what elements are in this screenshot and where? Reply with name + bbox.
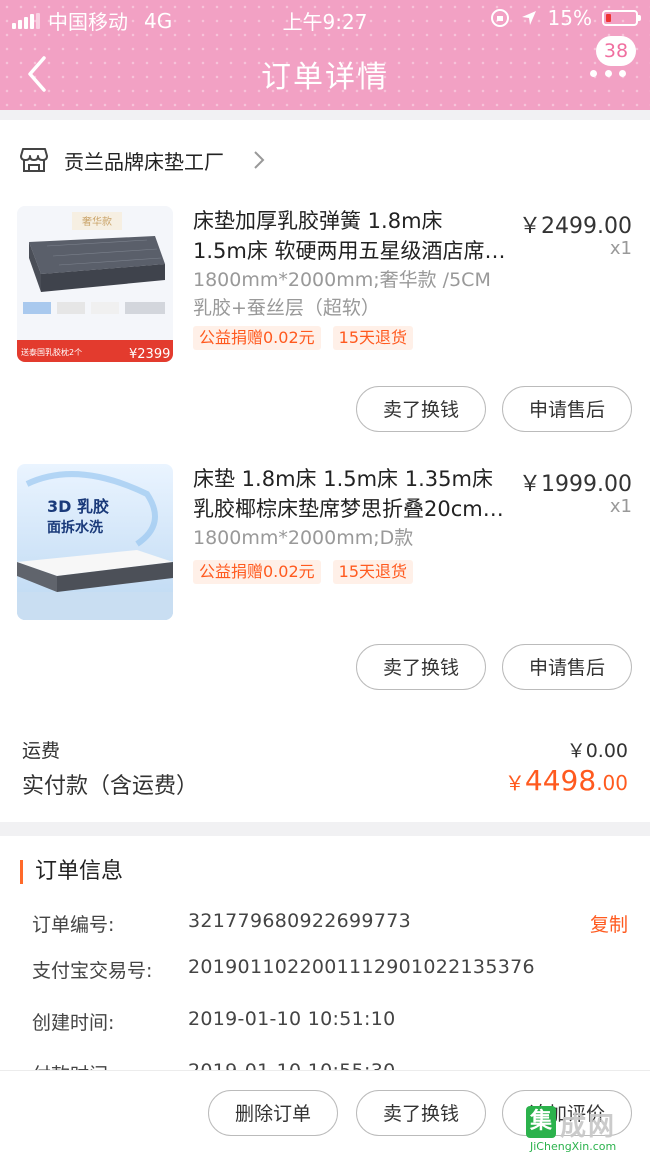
product-tags: 公益捐赠0.02元 15天退货 — [193, 560, 414, 584]
thumb-badge-text: 奢华款 — [82, 215, 112, 228]
thumb-line2: 面拆水洗 — [47, 519, 103, 536]
order-info-title: 订单信息 — [20, 860, 123, 884]
created-time-value: 2019-01-10 10:51:10 — [188, 1008, 396, 1030]
product-spec: 1800mm*2000mm;奢华款 /5CM 乳胶+蚕丝层（超软） — [193, 269, 491, 319]
delete-order-button[interactable]: 删除订单 — [208, 1090, 338, 1136]
status-bar: 中国移动 4G 上午9:27 15% — [0, 0, 650, 36]
created-time-label: 创建时间: — [32, 1012, 115, 1034]
header-bar: 中国移动 4G 上午9:27 15% 订单详情 38 — [0, 0, 650, 110]
battery-percent: 15% — [547, 6, 592, 30]
order-number-value: 321779680922699773 — [188, 910, 411, 932]
after-sale-button[interactable]: 申请售后 — [502, 386, 632, 432]
product-quantity: x1 — [609, 238, 632, 259]
site-watermark: 集 成网 JiChengXin.com — [526, 1106, 644, 1153]
alipay-trade-value: 2019011022001112901022135376 — [188, 956, 535, 978]
watermark-logo: 集 — [526, 1106, 556, 1138]
product-quantity: x1 — [609, 496, 632, 517]
product-tags: 公益捐赠0.02元 15天退货 — [193, 326, 414, 350]
copy-button[interactable]: 复制 — [590, 910, 628, 937]
return-tag: 15天退货 — [332, 560, 414, 584]
product-title[interactable]: 床垫 1.8m床 1.5m床 1.35m床 乳胶椰棕床垫席梦思折叠20cm加厚 — [193, 464, 508, 524]
product-spec: 1800mm*2000mm;D款 — [193, 527, 414, 549]
page-title: 订单详情 — [261, 60, 389, 95]
order-number-label: 订单编号: — [32, 914, 115, 936]
thumb-line1: 3D 乳胶 — [47, 497, 109, 516]
charity-tag: 公益捐赠0.02元 — [193, 560, 321, 584]
thumb-banner-text: 送泰国乳胶枕2个 — [21, 347, 82, 357]
more-options-icon[interactable] — [590, 70, 626, 80]
watermark-text: 成网 — [560, 1112, 617, 1142]
paid-label: 实付款（含运费） — [22, 774, 199, 799]
location-icon — [521, 11, 536, 25]
alipay-trade-label: 支付宝交易号: — [32, 960, 153, 982]
product-title[interactable]: 床垫加厚乳胶弹簧 1.8m床 1.5m床 软硬两用五星级酒店席梦思 — [193, 206, 508, 266]
product-price: ￥1999.00 — [519, 472, 632, 497]
product-price: ￥2499.00 — [519, 214, 632, 239]
order-item[interactable]: 奢华款 送泰国乳胶枕2个 ¥2399 床垫加厚乳胶弹簧 1.8m床 1.5m床 … — [0, 206, 650, 446]
rotation-lock-icon — [490, 9, 509, 27]
shipping-value: ￥0.00 — [566, 740, 628, 762]
after-sale-button[interactable]: 申请售后 — [502, 644, 632, 690]
order-item[interactable]: 3D 乳胶 面拆水洗 床垫 1.8m床 1.5m床 1.35m床 乳胶椰棕床垫席… — [0, 464, 650, 704]
sell-button[interactable]: 卖了换钱 — [356, 386, 486, 432]
charity-tag: 公益捐赠0.02元 — [193, 326, 321, 350]
order-items-card: 贡兰品牌床垫工厂 奢华款 送泰国乳胶枕2个 ¥2399 床垫加厚乳胶弹簧 1.8… — [0, 120, 650, 822]
shop-row[interactable]: 贡兰品牌床垫工厂 — [0, 120, 650, 200]
battery-icon — [602, 10, 641, 26]
paid-amount: ￥4498.00 — [504, 764, 628, 797]
product-thumbnail[interactable]: 奢华款 送泰国乳胶枕2个 ¥2399 — [17, 206, 173, 362]
order-info-card: 订单信息 订单编号: 321779680922699773 复制 支付宝交易号:… — [0, 836, 650, 1086]
message-count-badge[interactable]: 38 — [596, 36, 636, 66]
shipping-label: 运费 — [22, 740, 61, 762]
chevron-right-icon — [254, 151, 265, 169]
sell-button[interactable]: 卖了换钱 — [356, 1090, 486, 1136]
thumb-price-text: ¥2399 — [129, 347, 170, 362]
sell-button[interactable]: 卖了换钱 — [356, 644, 486, 690]
watermark-url: JiChengXin.com — [530, 1140, 617, 1153]
product-thumbnail[interactable]: 3D 乳胶 面拆水洗 — [17, 464, 173, 620]
shop-icon — [20, 148, 48, 172]
shop-name[interactable]: 贡兰品牌床垫工厂 — [64, 146, 224, 175]
return-tag: 15天退货 — [332, 326, 414, 350]
